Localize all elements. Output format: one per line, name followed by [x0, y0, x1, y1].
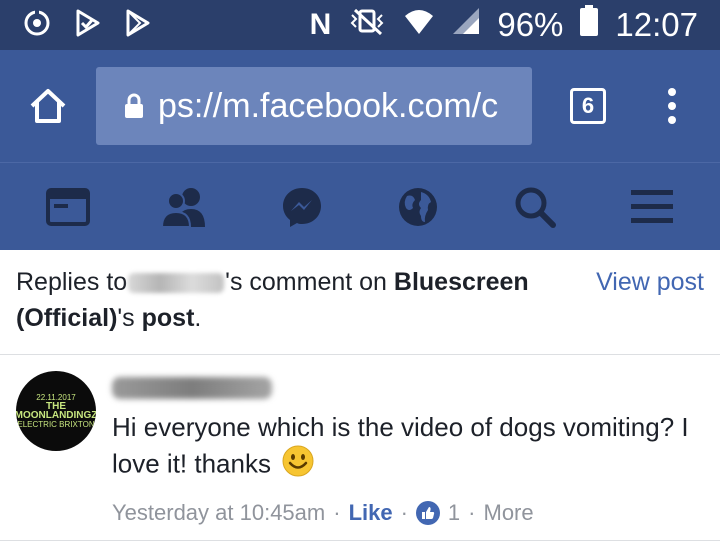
like-reaction-icon[interactable] [415, 501, 440, 525]
view-post-link[interactable]: View post [596, 264, 704, 336]
battery-icon [579, 5, 599, 45]
avatar[interactable]: 22.11.2017 THE MOONLANDINGZ ELECTRIC BRI… [16, 371, 96, 451]
nav-notifications[interactable] [382, 171, 454, 243]
home-icon [30, 89, 66, 123]
meta-separator: · [400, 500, 408, 525]
meta-separator: · [468, 500, 476, 525]
meta-separator: · [333, 500, 341, 525]
comment-meta: Yesterday at 10:45am · Like · 1 · More [112, 500, 704, 526]
sync-icon [22, 8, 52, 43]
menu-dot [668, 88, 676, 96]
url-text: ps://m.facebook.com/c [158, 86, 499, 125]
post-link[interactable]: post [142, 304, 195, 332]
header-prefix: Replies to [16, 268, 128, 296]
nav-more-menu[interactable] [616, 171, 688, 243]
url-bar[interactable]: ps://m.facebook.com/c [96, 67, 532, 145]
play-store-icon [124, 8, 152, 43]
comment-text: Hi everyone which is the video of dogs v… [112, 409, 704, 486]
menu-dot [668, 102, 676, 110]
replies-header: Replies to's comment on Bluescreen (Offi… [0, 250, 720, 355]
comment-text-content: Hi everyone which is the video of dogs v… [112, 412, 689, 479]
comment-timestamp[interactable]: Yesterday at 10:45am [112, 500, 325, 526]
globe-icon [399, 187, 438, 226]
redacted-name [128, 273, 225, 294]
tab-switcher-button[interactable]: 6 [570, 88, 606, 124]
clock: 12:07 [615, 6, 698, 43]
replies-title: Replies to's comment on Bluescreen (Offi… [16, 264, 572, 336]
hamburger-icon [630, 189, 673, 223]
nav-search[interactable] [499, 171, 571, 243]
like-button[interactable]: Like [349, 500, 393, 526]
comment-item: 22.11.2017 THE MOONLANDINGZ ELECTRIC BRI… [0, 355, 720, 541]
nav-messages[interactable] [266, 171, 338, 243]
vibrate-mute-icon [347, 6, 387, 44]
nav-friend-requests[interactable] [149, 171, 221, 243]
avatar-title: THE MOONLANDINGZ [16, 401, 96, 421]
wifi-icon [403, 6, 435, 44]
like-count[interactable]: 1 [448, 500, 460, 526]
nfc-icon: N [309, 8, 332, 41]
header-suffix: 's [117, 304, 135, 332]
friends-icon [160, 187, 205, 227]
news-feed-icon [46, 187, 91, 226]
search-icon [515, 187, 556, 228]
signal-icon [451, 6, 481, 44]
facebook-nav-bar [0, 162, 720, 250]
play-store-check-icon [74, 8, 102, 43]
status-bar: N 96% 12:07 [0, 0, 720, 50]
header-period: . [194, 304, 202, 332]
overflow-menu-button[interactable] [668, 88, 676, 124]
smiley-emoji-icon [282, 445, 314, 486]
more-button[interactable]: More [484, 500, 534, 526]
redacted-author-name[interactable] [112, 377, 272, 399]
avatar-line: ELECTRIC BRIXTON [17, 420, 95, 429]
browser-toolbar: ps://m.facebook.com/c 6 [0, 50, 720, 162]
battery-percent: 96% [497, 6, 564, 43]
lock-icon [124, 93, 144, 119]
messenger-icon [282, 187, 321, 227]
header-mid: 's comment on [225, 268, 387, 296]
home-button[interactable] [0, 50, 96, 162]
comment-body: Hi everyone which is the video of dogs v… [112, 371, 704, 526]
nav-news-feed[interactable] [32, 171, 104, 243]
menu-dot [668, 116, 676, 124]
